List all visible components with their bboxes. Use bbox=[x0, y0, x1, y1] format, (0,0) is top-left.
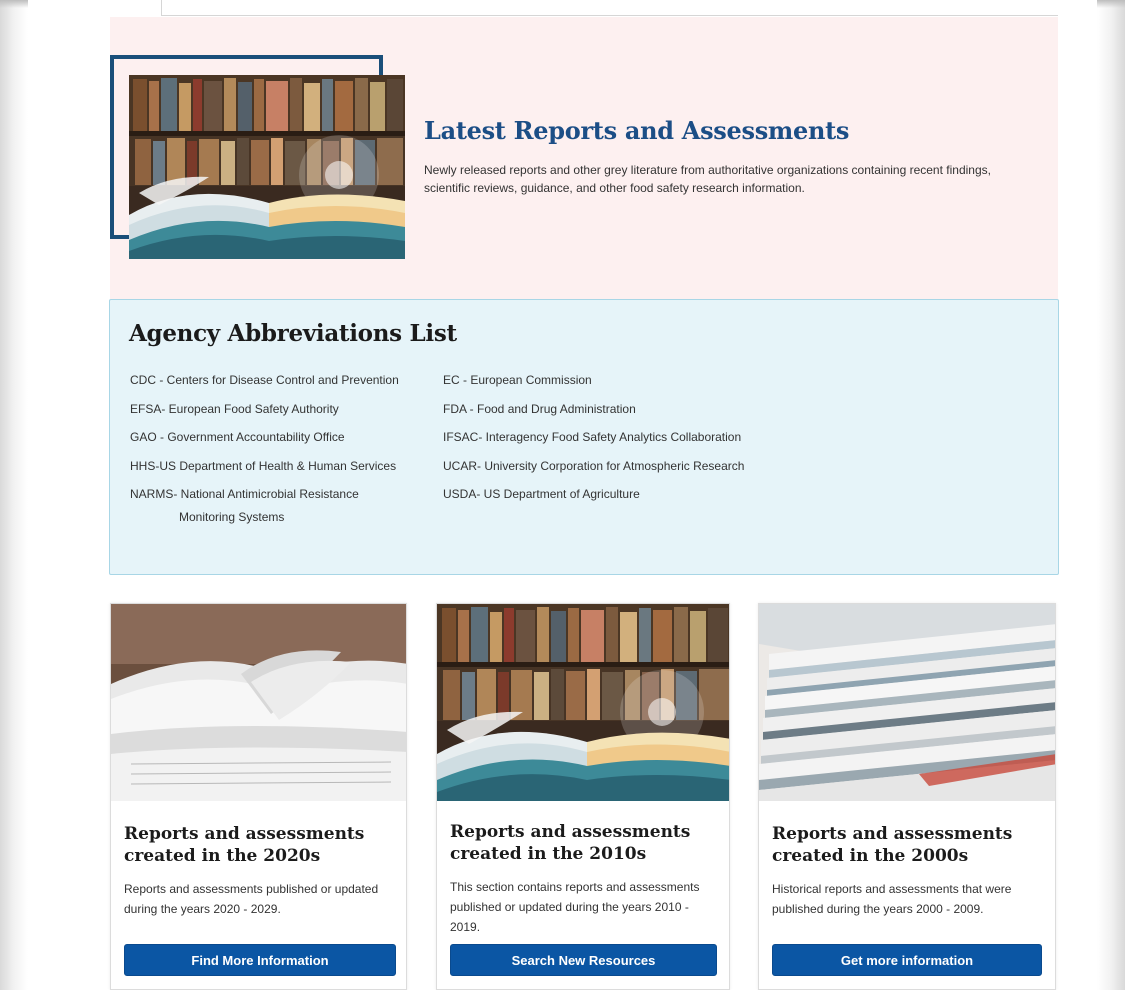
abbreviation-item: GAO - Government Accountability Office bbox=[130, 430, 345, 444]
tab-stub[interactable] bbox=[110, 0, 162, 16]
abbreviation-item: EC - European Commission bbox=[443, 373, 592, 387]
hero-title: Latest Reports and Assessments bbox=[424, 116, 850, 145]
hero-image-books bbox=[129, 75, 405, 259]
card-body: Reports and assessments published or upd… bbox=[124, 882, 379, 916]
card-body: This section contains reports and assess… bbox=[450, 880, 700, 934]
hero-section: Latest Reports and Assessments Newly rel… bbox=[110, 17, 1058, 299]
card-2010s: Reports and assessments created in the 2… bbox=[436, 603, 730, 990]
card-title: Reports and assessments created in the 2… bbox=[124, 824, 365, 866]
abbreviations-right-column: EC - European Commission FDA - Food and … bbox=[443, 366, 803, 509]
abbreviation-item: FDA - Food and Drug Administration bbox=[443, 401, 636, 416]
search-new-resources-button[interactable]: Search New Resources bbox=[450, 944, 717, 976]
abbreviation-item: IFSAC- Interagency Food Safety Analytics… bbox=[443, 430, 742, 444]
abbreviation-item: UCAR- University Corporation for Atmosph… bbox=[443, 458, 745, 473]
card-image-paper-stack bbox=[759, 604, 1055, 801]
abbreviation-item: EFSA- European Food Safety Authority bbox=[130, 401, 339, 416]
get-more-information-button[interactable]: Get more information bbox=[772, 944, 1042, 976]
page: Latest Reports and Assessments Newly rel… bbox=[28, 0, 1097, 990]
tab-strip bbox=[110, 0, 1058, 16]
find-more-information-button[interactable]: Find More Information bbox=[124, 944, 396, 976]
hero-description: Newly released reports and other grey li… bbox=[424, 163, 991, 195]
abbreviation-item: HHS-US Department of Health & Human Serv… bbox=[130, 458, 397, 473]
card-image-books bbox=[437, 604, 729, 801]
card-2020s: Reports and assessments created in the 2… bbox=[110, 603, 407, 990]
abbreviations-title: Agency Abbreviations List bbox=[129, 320, 457, 347]
card-title: Reports and assessments created in the 2… bbox=[450, 822, 691, 864]
agency-abbreviations-panel: Agency Abbreviations List CDC - Centers … bbox=[109, 299, 1059, 575]
card-body: Historical reports and assessments that … bbox=[772, 882, 1012, 916]
abbreviations-left-column: CDC - Centers for Disease Control and Pr… bbox=[130, 366, 440, 531]
abbreviation-item: USDA- US Department of Agriculture bbox=[443, 487, 640, 501]
card-title: Reports and assessments created in the 2… bbox=[772, 824, 1013, 866]
abbreviation-item: CDC - Centers for Disease Control and Pr… bbox=[130, 373, 399, 387]
card-image-open-papers bbox=[111, 604, 406, 801]
card-2000s: Reports and assessments created in the 2… bbox=[758, 603, 1056, 990]
